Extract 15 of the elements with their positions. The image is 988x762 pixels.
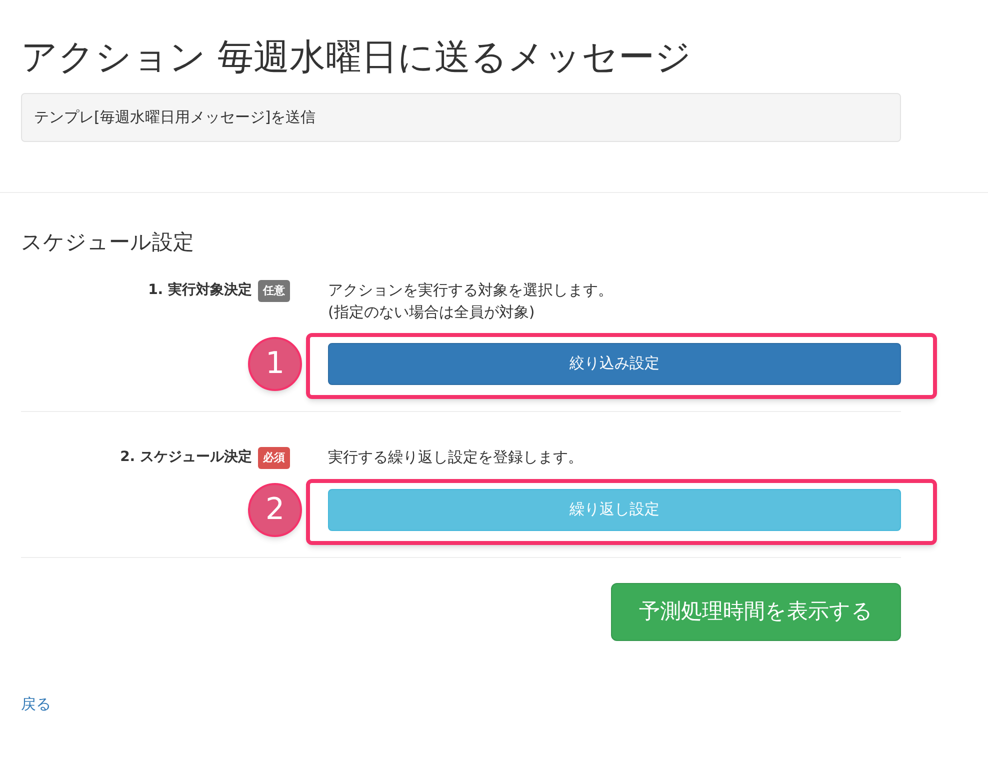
settings-button[interactable]: 絞り込み設定 [328, 342, 901, 384]
step-number-marker: 1 [248, 336, 302, 390]
badge: 必須 [258, 446, 290, 468]
page-title: アクション 毎週水曜日に送るメッセージ [21, 36, 692, 80]
badge: 任意 [258, 280, 290, 302]
show-estimate-button[interactable]: 予測処理時間を表示する [611, 582, 901, 640]
step-number-marker: 2 [248, 482, 302, 536]
step-label: 1. 実行対象決定 [148, 280, 252, 300]
step-description: (指定のない場合は全員が対象) [328, 302, 536, 322]
step-description: 実行する繰り返し設定を登録します。 [328, 446, 583, 468]
back-link[interactable]: 戻る [21, 692, 51, 715]
section-title: スケジュール設定 [21, 229, 195, 256]
step-label: 2. スケジュール決定 [120, 448, 252, 466]
step-description: アクションを実行する対象を選択します。 [328, 280, 613, 300]
summary-box: テンプレ[毎週水曜日用メッセージ]を送信 [21, 93, 901, 142]
